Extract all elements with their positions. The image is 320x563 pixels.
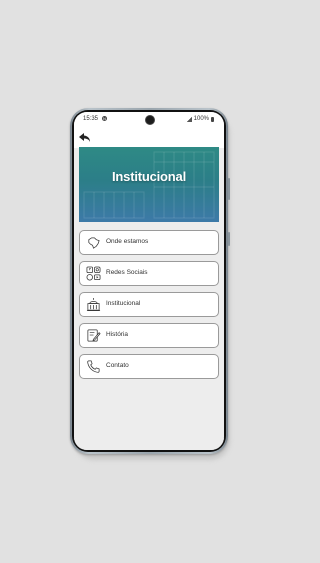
- power-button: [228, 232, 230, 246]
- building-icon: [86, 297, 101, 311]
- navigation-bar: [74, 438, 224, 450]
- edit-document-icon: [87, 329, 101, 342]
- menu-item-redes-sociais[interactable]: Redes Sociais: [79, 261, 219, 286]
- menu-item-institucional[interactable]: Institucional: [79, 292, 219, 317]
- battery-icon: [211, 116, 214, 122]
- brazil-map-icon: [88, 237, 100, 249]
- menu-item-label: Onde estamos: [106, 238, 149, 245]
- social-networks-icon: [86, 266, 101, 281]
- banner-building-pattern: [83, 151, 215, 219]
- menu-item-onde-estamos[interactable]: Onde estamos: [79, 230, 219, 255]
- menu-item-label: Institucional: [106, 300, 141, 307]
- menu-list: Onde estamos Redes Sociais Institucional…: [79, 230, 219, 385]
- status-time: 15:35: [83, 116, 99, 122]
- menu-item-label: Redes Sociais: [106, 269, 148, 276]
- phone-icon: [87, 360, 100, 373]
- status-bar: 15:35 N 100%: [74, 112, 224, 128]
- back-arrow-icon[interactable]: [78, 131, 92, 145]
- menu-item-label: História: [106, 331, 129, 338]
- volume-button: [228, 178, 230, 200]
- notification-icon: N: [102, 116, 107, 121]
- header-banner: Institucional: [79, 147, 219, 222]
- app-screen: 15:35 N 100% Institucional Onde estamos …: [74, 112, 224, 450]
- front-camera: [145, 115, 155, 125]
- banner-title: Institucional: [112, 169, 186, 184]
- battery-percentage: 100%: [193, 116, 209, 122]
- signal-icon: [186, 116, 192, 122]
- menu-item-historia[interactable]: História: [79, 323, 219, 348]
- status-indicators: 100%: [186, 116, 214, 122]
- app-header: [74, 128, 224, 148]
- menu-item-label: Contato: [106, 362, 129, 369]
- menu-item-contato[interactable]: Contato: [79, 354, 219, 379]
